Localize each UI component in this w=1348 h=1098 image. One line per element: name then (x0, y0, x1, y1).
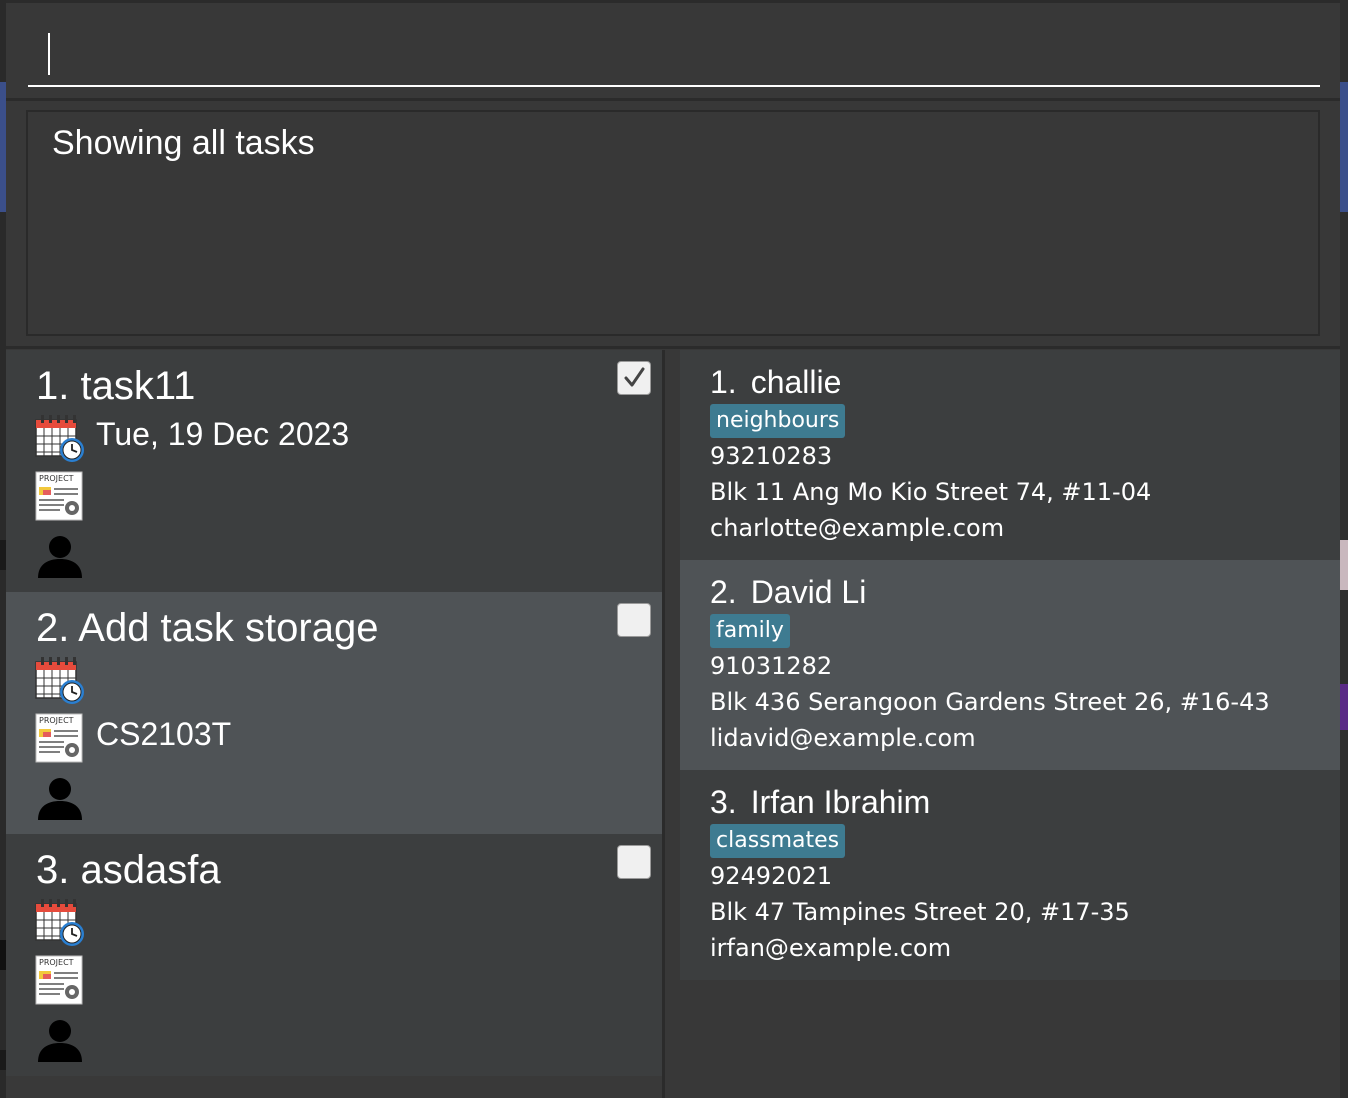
task-done-checkbox[interactable] (617, 361, 651, 395)
command-box-area (6, 0, 1340, 98)
calendar-clock-icon (35, 657, 84, 704)
edge-stripe (1340, 82, 1348, 212)
command-input[interactable] (28, 23, 1320, 87)
person-card[interactable]: 1. challie neighbours 93210283 Blk 11 Ang… (680, 350, 1340, 560)
person-icon (38, 1020, 82, 1062)
project-document-icon: PROJECT (35, 955, 83, 1005)
person-name: challie (750, 364, 842, 400)
task-title: 3. asdasfa (36, 848, 221, 892)
edge-stripe (0, 82, 6, 212)
checkmark-icon (624, 367, 645, 387)
task-done-checkbox[interactable] (617, 603, 651, 637)
result-message: Showing all tasks (52, 124, 315, 162)
task-title: 2. Add task storage (36, 606, 379, 650)
person-icon (38, 536, 82, 578)
svg-text:PROJECT: PROJECT (39, 958, 74, 967)
task-card[interactable]: 3. asdasfa PROJECT (6, 834, 662, 1076)
task-title: 1. task11 (36, 364, 196, 408)
svg-text:PROJECT: PROJECT (39, 474, 74, 483)
person-name-line: 3. Irfan Ibrahim (710, 784, 930, 821)
person-index: 1. (710, 364, 737, 400)
task-card[interactable]: 2. Add task storage PROJECT CS2103T (6, 592, 662, 834)
person-tag: classmates (710, 824, 846, 858)
person-phone: 93210283 (710, 442, 833, 470)
person-address: Blk 11 Ang Mo Kio Street 74, #11-04 (710, 478, 1152, 506)
edge-stripe (1340, 540, 1348, 590)
person-email: lidavid@example.com (710, 724, 976, 752)
person-tag: neighbours (710, 404, 846, 438)
person-name: David Li (750, 574, 867, 610)
task-project-text: CS2103T (96, 716, 232, 752)
project-document-icon: PROJECT (35, 471, 83, 521)
text-caret (48, 33, 50, 75)
edge-stripe (1340, 684, 1348, 730)
task-card[interactable]: 1. task11 Tue, 19 Dec 2023 PROJECT (6, 350, 662, 592)
svg-text:PROJECT: PROJECT (39, 716, 74, 725)
person-list-panel[interactable]: 1. challie neighbours 93210283 Blk 11 Ang… (665, 350, 1340, 1098)
person-name-line: 1. challie (710, 364, 841, 401)
person-index: 2. (710, 574, 737, 610)
result-display: Showing all tasks (26, 110, 1320, 336)
person-card[interactable]: 2. David Li family 91031282 Blk 436 Seran… (680, 560, 1340, 770)
person-card[interactable]: 3. Irfan Ibrahim classmates 92492021 Blk … (680, 770, 1340, 980)
person-address: Blk 436 Serangoon Gardens Street 26, #16… (710, 688, 1270, 716)
task-list-panel[interactable]: 1. task11 Tue, 19 Dec 2023 PROJECT 2. Ad… (6, 350, 662, 1098)
person-name-line: 2. David Li (710, 574, 866, 611)
person-email: irfan@example.com (710, 934, 952, 962)
divider (6, 346, 1340, 349)
person-address: Blk 47 Tampines Street 20, #17-35 (710, 898, 1130, 926)
person-icon (38, 778, 82, 820)
project-document-icon: PROJECT (35, 713, 83, 763)
divider (6, 98, 1340, 101)
person-email: charlotte@example.com (710, 514, 1005, 542)
person-phone: 92492021 (710, 862, 833, 890)
calendar-clock-icon (35, 899, 84, 946)
window-edge-right (1340, 0, 1348, 1098)
person-phone: 91031282 (710, 652, 833, 680)
person-name: Irfan Ibrahim (750, 784, 931, 820)
person-tag: family (710, 614, 790, 648)
calendar-clock-icon (35, 415, 84, 462)
task-deadline-text: Tue, 19 Dec 2023 (96, 416, 350, 452)
task-done-checkbox[interactable] (617, 845, 651, 879)
person-index: 3. (710, 784, 737, 820)
